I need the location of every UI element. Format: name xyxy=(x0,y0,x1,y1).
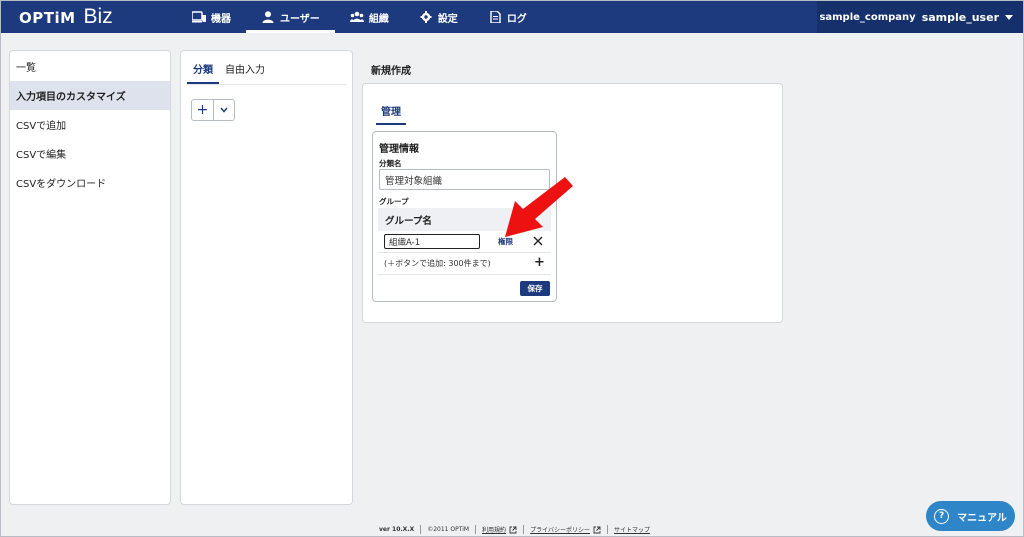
user-name: sample_user xyxy=(921,10,999,24)
nav-logs[interactable]: ログ xyxy=(473,1,542,33)
gear-icon xyxy=(420,11,432,23)
nav-devices-label: 機器 xyxy=(211,13,231,25)
table-row: 組織A-1 権限 xyxy=(378,231,551,253)
terms-link-label: 利用規約 xyxy=(482,527,507,534)
divider xyxy=(606,525,608,534)
sidebar-item-csv-download[interactable]: CSVをダウンロード xyxy=(10,168,170,197)
save-button[interactable]: 保存 xyxy=(520,281,550,296)
footer: ver 10.X.X ©2011 OPTiM 利用規約 プライバシーポリシー サ… xyxy=(379,525,650,534)
manual-button-label: マニュアル xyxy=(957,512,1007,524)
create-panel: 管理 管理情報 分類名 管理対象組織 グループ グループ名 組織A-1 権限 (… xyxy=(362,83,783,323)
divider xyxy=(420,525,422,534)
tab-category[interactable]: 分類 xyxy=(187,61,219,84)
devices-icon xyxy=(192,11,206,23)
nav-settings-label: 設定 xyxy=(437,13,458,25)
external-link-icon xyxy=(509,526,517,533)
add-group-button[interactable]: + xyxy=(534,255,545,270)
sidebar-item-csv-edit[interactable]: CSVで編集 xyxy=(10,139,170,168)
chevron-down-icon xyxy=(220,107,228,113)
divider xyxy=(475,525,477,534)
add-split-button: + xyxy=(191,99,235,121)
nav-settings[interactable]: 設定 xyxy=(404,1,473,33)
manual-button[interactable]: ? マニュアル xyxy=(926,501,1015,531)
divider xyxy=(523,525,525,534)
user-menu[interactable]: sample_company sample_user xyxy=(817,1,1023,33)
card-title: 管理情報 xyxy=(379,144,419,155)
version-text: ver 10.X.X xyxy=(379,526,415,533)
company-name: sample_company xyxy=(819,11,916,23)
sidebar-item-label: CSVで編集 xyxy=(16,150,67,161)
category-panel: 分類 自由入力 + xyxy=(180,50,353,505)
user-icon xyxy=(262,11,274,23)
copyright-text: ©2011 OPTiM xyxy=(427,526,470,533)
privacy-link-label: プライバシーポリシー xyxy=(530,527,590,534)
sitemap-link[interactable]: サイトマップ xyxy=(614,525,650,534)
group-name-input[interactable]: 組織A-1 xyxy=(384,234,480,249)
top-bar: OPTiM Biz 機器 ユーザー 組織 設定 ログ sample_compan… xyxy=(1,1,1023,33)
logo-main: OPTiM xyxy=(19,9,76,27)
help-icon: ? xyxy=(934,508,950,524)
tab-divider xyxy=(187,84,346,85)
organization-icon xyxy=(349,11,364,22)
add-row: (＋ボタンで追加: 300件まで) + xyxy=(378,253,551,275)
permission-link[interactable]: 権限 xyxy=(498,236,513,247)
logo[interactable]: OPTiM Biz xyxy=(19,5,113,29)
category-name-input[interactable]: 管理対象組織 xyxy=(379,169,550,190)
nav-organization[interactable]: 組織 xyxy=(335,1,404,33)
group-label: グループ xyxy=(379,197,409,206)
nav-logs-label: ログ xyxy=(506,13,527,25)
tab-management[interactable]: 管理 xyxy=(376,103,406,125)
sidebar-item-list[interactable]: 一覧 xyxy=(10,52,170,81)
nav-users-label: ユーザー xyxy=(280,13,320,25)
external-link-icon xyxy=(593,526,601,533)
caret-down-icon xyxy=(1005,14,1013,20)
terms-link[interactable]: 利用規約 xyxy=(482,525,517,534)
nav-devices[interactable]: 機器 xyxy=(177,1,246,33)
add-hint: (＋ボタンで追加: 300件まで) xyxy=(384,259,491,268)
sidebar-item-label: CSVで追加 xyxy=(16,121,67,132)
close-icon[interactable] xyxy=(532,234,544,248)
page-title: 新規作成 xyxy=(371,66,411,77)
document-icon xyxy=(490,11,501,23)
category-tabs: 分類 自由入力 xyxy=(181,51,352,84)
sidebar-item-label: CSVをダウンロード xyxy=(16,179,107,190)
nav-users[interactable]: ユーザー xyxy=(246,1,335,33)
sidebar-item-label: 入力項目のカスタマイズ xyxy=(16,92,126,103)
sidebar-item-csv-add[interactable]: CSVで追加 xyxy=(10,110,170,139)
group-header: グループ名 xyxy=(378,208,551,231)
privacy-link[interactable]: プライバシーポリシー xyxy=(530,525,601,534)
sidebar-item-label: 一覧 xyxy=(16,63,36,74)
main-nav: 機器 ユーザー 組織 設定 ログ xyxy=(177,1,542,33)
logo-sub: Biz xyxy=(83,5,113,28)
category-name-label: 分類名 xyxy=(379,159,402,168)
sidebar: 一覧 入力項目のカスタマイズ CSVで追加 CSVで編集 CSVをダウンロード xyxy=(9,50,171,505)
add-button[interactable]: + xyxy=(192,100,214,120)
tab-free-input[interactable]: 自由入力 xyxy=(219,61,271,84)
add-dropdown-button[interactable] xyxy=(214,100,234,120)
nav-organization-label: 組織 xyxy=(368,13,389,25)
sidebar-item-customize[interactable]: 入力項目のカスタマイズ xyxy=(10,81,170,110)
management-card: 管理情報 分類名 管理対象組織 グループ グループ名 組織A-1 権限 (＋ボタ… xyxy=(372,131,557,302)
